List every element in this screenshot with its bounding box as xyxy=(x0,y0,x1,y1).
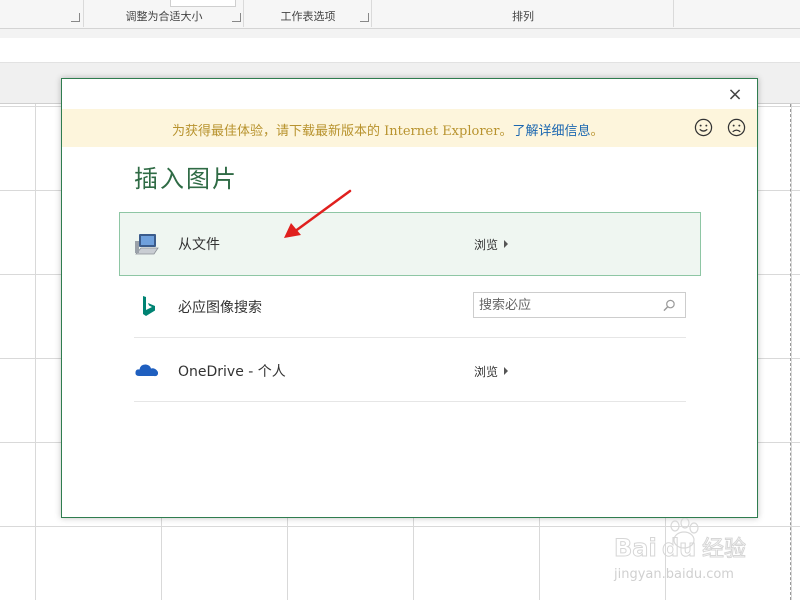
source-row-bing: 必应图像搜索 xyxy=(120,276,700,338)
dialog-title: 插入图片 xyxy=(134,165,238,193)
scale-spin-box[interactable] xyxy=(170,0,236,7)
caret-right-icon xyxy=(504,367,509,375)
browse-button-onedrive[interactable]: 浏览 xyxy=(474,363,509,380)
page-break-line xyxy=(790,104,791,600)
svg-text:du: du xyxy=(662,534,696,562)
learn-more-link[interactable]: 了解详细信息 xyxy=(512,124,590,139)
source-label-from-file: 从文件 xyxy=(178,237,220,253)
dialog-launcher-icon[interactable] xyxy=(360,13,369,22)
ribbon-group-sheet-options: 工作表选项 xyxy=(243,0,372,27)
source-row-from-file[interactable]: 从文件 浏览 xyxy=(119,212,701,276)
insert-pictures-dialog: × 为获得最佳体验，请下载最新版本的 Internet Explorer。了解详… xyxy=(61,78,758,518)
ribbon-group-scale-to-fit: 调整为合适大小 xyxy=(83,0,244,27)
ribbon-group-label: 工作表选项 xyxy=(280,10,336,23)
row-divider xyxy=(134,401,686,402)
browse-label: 浏览 xyxy=(474,238,499,252)
ribbon-group-arrange: 排列 xyxy=(371,0,674,27)
browse-label: 浏览 xyxy=(474,365,499,379)
dialog-launcher-icon[interactable] xyxy=(232,13,241,22)
ribbon-group-label: 调整为合适大小 xyxy=(125,10,203,23)
red-arrow-annotation xyxy=(284,189,352,238)
source-label-bing: 必应图像搜索 xyxy=(178,300,262,316)
svg-text:Bai: Bai xyxy=(614,534,657,562)
ribbon-group-page-setup xyxy=(0,0,83,27)
source-row-onedrive[interactable]: OneDrive - 个人 浏览 xyxy=(120,340,700,402)
source-label-onedrive: OneDrive - 个人 xyxy=(178,364,286,380)
bing-search-input[interactable] xyxy=(474,293,659,317)
formula-bar[interactable] xyxy=(0,38,800,63)
bing-search-box xyxy=(473,292,686,318)
caret-right-icon xyxy=(504,240,509,248)
browser-notice-bar: 为获得最佳体验，请下载最新版本的 Internet Explorer。了解详细信… xyxy=(62,109,757,147)
svg-text:经验: 经验 xyxy=(702,537,746,562)
notice-text: 为获得最佳体验，请下载最新版本的 Internet Explorer。 xyxy=(172,124,513,139)
close-button[interactable]: × xyxy=(725,85,745,105)
smile-feedback-icon[interactable] xyxy=(694,118,713,137)
ribbon: 调整为合适大小 工作表选项 排列 xyxy=(0,0,800,29)
cloud-icon xyxy=(135,364,159,377)
baidu-watermark-logo: Bai du 经验 jingyan.baidu.com xyxy=(613,518,747,582)
notice-text-wrap: 为获得最佳体验，请下载最新版本的 Internet Explorer。了解详细信… xyxy=(172,120,603,139)
browse-button-from-file[interactable]: 浏览 xyxy=(474,236,509,253)
ribbon-gap xyxy=(0,29,800,38)
ribbon-group-empty xyxy=(673,0,800,27)
notice-suffix: 。 xyxy=(590,124,604,139)
bing-icon xyxy=(143,296,155,316)
dialog-launcher-icon[interactable] xyxy=(71,13,80,22)
row-divider xyxy=(134,337,686,338)
search-icon[interactable] xyxy=(663,299,676,312)
watermark-url: jingyan.baidu.com xyxy=(613,567,734,582)
computer-icon xyxy=(135,234,159,255)
ribbon-group-label: 排列 xyxy=(512,10,534,23)
frown-feedback-icon[interactable] xyxy=(727,118,746,137)
